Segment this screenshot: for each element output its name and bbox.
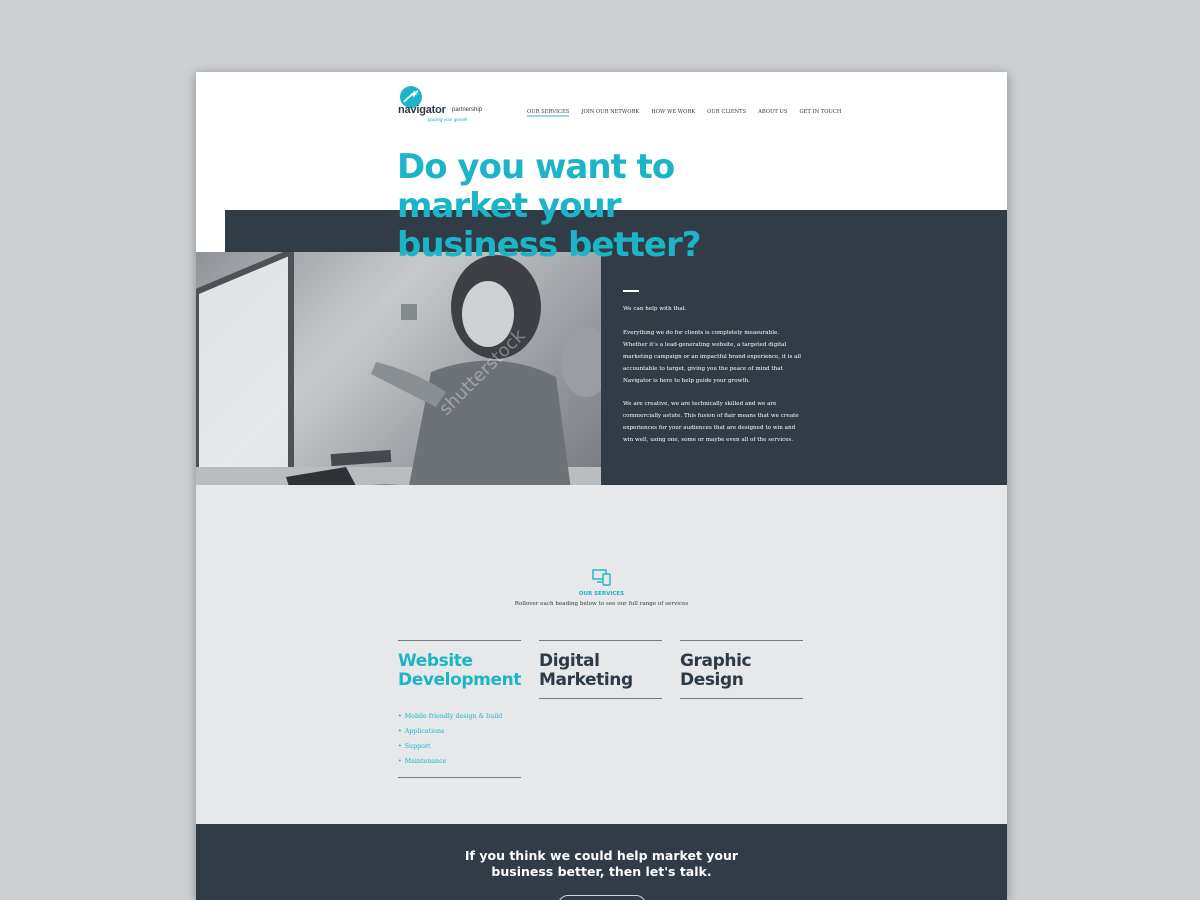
- hero-body: We can help with that. Everything we do …: [623, 304, 803, 459]
- service-divider: [680, 698, 803, 699]
- service-divider: [398, 698, 521, 699]
- service-heading-line-1: Website: [398, 651, 473, 671]
- hero-dash-divider: [623, 290, 639, 292]
- service-website-development[interactable]: Website Development • Mobile friendly des…: [398, 640, 521, 778]
- main-nav: Our Services Join Our Network How We Wor…: [527, 109, 841, 117]
- service-heading[interactable]: Website Development: [398, 652, 521, 690]
- cta-line-2: business better, then let's talk.: [491, 863, 712, 879]
- service-divider: [539, 698, 662, 699]
- service-heading-line-1: Digital: [539, 651, 600, 671]
- cta-button[interactable]: [558, 895, 646, 900]
- cta-heading: If you think we could help market your b…: [196, 848, 1007, 879]
- devices-icon: [592, 568, 611, 590]
- hero-paragraph-1: We can help with that.: [623, 306, 687, 312]
- service-divider-bottom: [398, 777, 521, 778]
- list-item[interactable]: • Applications: [398, 724, 521, 739]
- service-heading-line-2: Design: [680, 670, 744, 690]
- service-heading[interactable]: Graphic Design: [680, 652, 803, 690]
- website-page: navigator partnership guiding your growt…: [196, 72, 1007, 900]
- nav-item-about-us[interactable]: About Us: [758, 109, 787, 117]
- service-heading-line-2: Development: [398, 670, 522, 690]
- nav-item-our-clients[interactable]: Our Clients: [707, 109, 746, 117]
- service-graphic-design[interactable]: Graphic Design: [680, 640, 803, 699]
- services-subtitle: Rollover each heading below to see our f…: [514, 601, 689, 607]
- service-digital-marketing[interactable]: Digital Marketing: [539, 640, 662, 699]
- hero-paragraph-3: We are creative, we are technically skil…: [623, 401, 799, 444]
- logo-suffix: partnership: [452, 107, 483, 113]
- nav-item-join-our-network[interactable]: Join Our Network: [581, 109, 639, 117]
- service-heading-line-2: Marketing: [539, 670, 633, 690]
- service-heading[interactable]: Digital Marketing: [539, 652, 662, 690]
- hero-title: Do you want to market your business bett…: [397, 147, 701, 265]
- service-item-list: • Mobile friendly design & build • Applica…: [398, 709, 521, 769]
- logo-tagline: guiding your growth: [428, 117, 468, 122]
- list-item[interactable]: • Maintenance: [398, 754, 521, 769]
- cta-section: If you think we could help market your b…: [196, 824, 1007, 900]
- nav-item-our-services[interactable]: Our Services: [527, 109, 570, 117]
- logo-wordmark: navigator: [398, 104, 446, 116]
- cta-line-1: If you think we could help market your: [464, 848, 739, 863]
- list-item[interactable]: • Mobile friendly design & build: [398, 709, 521, 724]
- services-label: Our Services: [578, 591, 625, 597]
- nav-item-get-in-touch[interactable]: Get In Touch: [799, 109, 841, 117]
- list-item[interactable]: • Support: [398, 739, 521, 754]
- nav-item-how-we-work[interactable]: How We Work: [651, 109, 695, 117]
- service-heading-line-1: Graphic: [680, 651, 752, 671]
- navigator-logo[interactable]: navigator partnership guiding your growt…: [398, 86, 493, 122]
- hero-paragraph-2: Everything we do for clients is complete…: [623, 329, 802, 384]
